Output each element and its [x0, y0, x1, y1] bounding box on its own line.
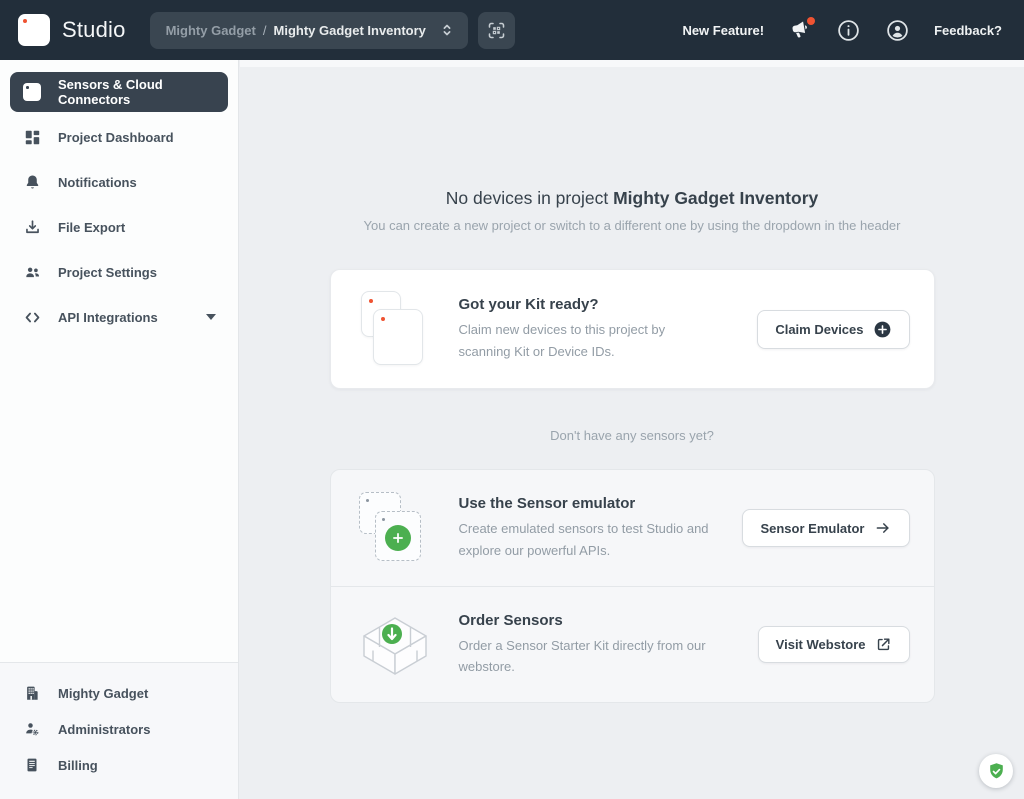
main-content: No devices in project Mighty Gadget Inve…	[240, 60, 1024, 799]
claim-devices-button[interactable]: Claim Devices	[757, 310, 909, 349]
scroll-area-top	[240, 60, 1024, 67]
sidebar-item-label: Project Dashboard	[58, 130, 174, 145]
claim-kit-card: Got your Kit ready? Claim new devices to…	[330, 269, 935, 389]
sidebar: Sensors & Cloud Connectors Project Dashb…	[0, 60, 239, 799]
billing-receipt-icon	[22, 755, 42, 775]
people-icon	[22, 262, 42, 282]
empty-state-title: No devices in project Mighty Gadget Inve…	[330, 188, 935, 209]
notification-dot	[807, 17, 815, 25]
order-box-icon	[359, 614, 431, 676]
sensor-icon	[22, 82, 42, 102]
visit-webstore-button[interactable]: Visit Webstore	[758, 626, 910, 663]
sidebar-item-label: Sensors & Cloud Connectors	[58, 77, 216, 107]
sidebar-item-organization[interactable]: Mighty Gadget	[10, 675, 228, 711]
order-sensors-row: Order Sensors Order a Sensor Starter Kit…	[331, 587, 934, 702]
qr-scan-button[interactable]	[478, 12, 515, 49]
building-icon	[22, 683, 42, 703]
sidebar-item-notifications[interactable]: Notifications	[10, 162, 228, 202]
order-description: Order a Sensor Starter Kit directly from…	[459, 635, 717, 678]
feedback-link[interactable]: Feedback?	[934, 23, 1002, 38]
external-link-icon	[875, 636, 892, 653]
project-name: Mighty Gadget Inventory	[274, 23, 426, 38]
logo-dot	[23, 19, 27, 23]
sidebar-item-file-export[interactable]: File Export	[10, 207, 228, 247]
green-plus-badge	[385, 525, 411, 551]
org-name: Mighty Gadget	[166, 23, 256, 38]
emulator-dashed-squares-icon	[359, 490, 427, 566]
emulator-title: Use the Sensor emulator	[459, 495, 717, 512]
sidebar-item-sensors-cloud-connectors[interactable]: Sensors & Cloud Connectors	[10, 72, 228, 112]
dashboard-icon	[22, 127, 42, 147]
chevron-down-icon	[206, 314, 216, 320]
get-sensors-group-card: Use the Sensor emulator Create emulated …	[330, 469, 935, 703]
sidebar-item-billing[interactable]: Billing	[10, 747, 228, 783]
sidebar-item-label: Notifications	[58, 175, 137, 190]
emulator-description: Create emulated sensors to test Studio a…	[459, 518, 717, 561]
kit-cards-icon	[359, 291, 427, 367]
account-icon	[885, 18, 910, 43]
sidebar-item-label: Project Settings	[58, 265, 157, 280]
qr-scan-icon	[486, 20, 507, 41]
app-title: Studio	[62, 17, 126, 43]
sidebar-item-project-settings[interactable]: Project Settings	[10, 252, 228, 292]
privacy-shield-button[interactable]	[979, 754, 1013, 788]
shield-check-icon	[986, 761, 1007, 782]
project-switcher-dropdown[interactable]: Mighty Gadget / Mighty Gadget Inventory	[150, 12, 468, 49]
empty-state-subtitle: You can create a new project or switch t…	[330, 218, 935, 233]
kit-card-description: Claim new devices to this project by sca…	[459, 319, 717, 362]
project-name-bold: Mighty Gadget Inventory	[613, 188, 818, 208]
breadcrumb-separator: /	[263, 23, 267, 38]
sidebar-item-api-integrations[interactable]: API Integrations	[10, 297, 228, 337]
sidebar-item-label: Administrators	[58, 722, 150, 737]
download-icon	[22, 217, 42, 237]
sidebar-item-label: Mighty Gadget	[58, 686, 148, 701]
chevron-up-down-icon	[438, 21, 456, 39]
code-icon	[22, 307, 42, 327]
top-header: Studio Mighty Gadget / Mighty Gadget Inv…	[0, 0, 1024, 60]
sensor-emulator-row: Use the Sensor emulator Create emulated …	[331, 470, 934, 586]
sidebar-item-label: Billing	[58, 758, 98, 773]
account-button[interactable]	[885, 18, 910, 43]
info-button[interactable]	[836, 18, 861, 43]
plus-circle-icon	[873, 320, 892, 339]
info-icon	[836, 18, 861, 43]
new-feature-label: New Feature!	[682, 23, 764, 38]
bell-icon	[22, 172, 42, 192]
announcements-button[interactable]	[788, 18, 812, 42]
sidebar-item-project-dashboard[interactable]: Project Dashboard	[10, 117, 228, 157]
studio-logo-icon[interactable]	[18, 14, 50, 46]
arrow-right-icon	[874, 519, 892, 537]
order-title: Order Sensors	[459, 612, 717, 629]
sidebar-item-label: API Integrations	[58, 310, 158, 325]
sidebar-item-administrators[interactable]: Administrators	[10, 711, 228, 747]
sidebar-item-label: File Export	[58, 220, 125, 235]
sensor-emulator-button[interactable]: Sensor Emulator	[742, 509, 909, 547]
kit-card-title: Got your Kit ready?	[459, 296, 717, 313]
admin-user-gear-icon	[22, 719, 42, 739]
sidebar-footer: Mighty Gadget Administrators	[0, 662, 238, 799]
no-sensors-prompt: Don't have any sensors yet?	[330, 428, 935, 443]
